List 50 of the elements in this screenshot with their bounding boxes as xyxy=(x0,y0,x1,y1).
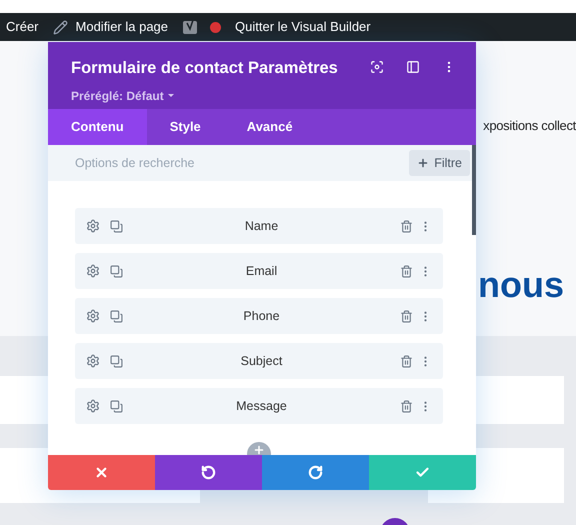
field-label: Phone xyxy=(242,308,281,325)
search-field[interactable]: Options de recherche Filtre xyxy=(48,145,472,181)
duplicate-icon[interactable] xyxy=(110,264,123,278)
create-link[interactable]: Créer xyxy=(6,17,39,37)
trash-icon[interactable] xyxy=(400,310,413,322)
settings-icon[interactable] xyxy=(86,354,100,368)
close-icon xyxy=(94,465,109,480)
undo-button[interactable] xyxy=(155,455,262,490)
modal-title: Formulaire de contact Paramètres xyxy=(71,58,338,79)
pencil-icon xyxy=(52,20,68,34)
field-label: Subject xyxy=(240,352,284,370)
settings-icon[interactable] xyxy=(86,309,100,323)
settings-icon[interactable] xyxy=(86,399,100,413)
preset-dropdown[interactable]: Préréglé: Défaut xyxy=(71,86,338,105)
fullscreen-icon[interactable] xyxy=(370,60,384,74)
duplicate-icon[interactable] xyxy=(110,310,123,322)
panel-icon[interactable] xyxy=(406,60,420,74)
undo-icon xyxy=(201,465,216,480)
tab[interactable]: Contenu xyxy=(48,109,147,145)
plus-icon xyxy=(417,157,430,169)
field-label: Message xyxy=(235,398,288,415)
field-label: Email xyxy=(244,262,278,280)
field-item[interactable]: Phone xyxy=(75,298,443,334)
redo-button[interactable] xyxy=(262,455,369,490)
exit-builder-link[interactable]: Quitter le Visual Builder xyxy=(235,17,371,37)
trash-icon[interactable] xyxy=(400,400,413,412)
edit-page-link[interactable]: Modifier la page xyxy=(52,17,168,37)
scrollbar[interactable] xyxy=(472,145,476,235)
field-item[interactable]: Subject xyxy=(75,343,443,379)
field-item[interactable]: Message xyxy=(75,388,443,424)
trash-icon[interactable] xyxy=(400,264,413,278)
field-item[interactable]: Email xyxy=(75,253,443,289)
field-item[interactable]: Name xyxy=(75,208,443,244)
settings-icon[interactable] xyxy=(86,264,100,278)
field-label: Name xyxy=(244,218,280,235)
trash-icon[interactable] xyxy=(400,354,413,368)
tab[interactable]: Avancé xyxy=(224,109,316,145)
duplicate-icon[interactable] xyxy=(110,400,123,412)
settings-icon[interactable] xyxy=(86,219,100,233)
page-text: xpositions collect xyxy=(483,117,576,135)
plus-icon xyxy=(253,444,265,456)
page-heading: nous xyxy=(478,262,565,306)
filter-button[interactable]: Filtre xyxy=(409,150,470,176)
duplicate-icon[interactable] xyxy=(110,354,123,368)
redo-icon xyxy=(308,465,323,480)
tab[interactable]: Style xyxy=(146,109,224,145)
trash-icon[interactable] xyxy=(400,220,413,232)
seo-plugin-icon[interactable] xyxy=(182,19,198,35)
caret-icon xyxy=(168,94,174,98)
duplicate-icon[interactable] xyxy=(110,220,123,232)
